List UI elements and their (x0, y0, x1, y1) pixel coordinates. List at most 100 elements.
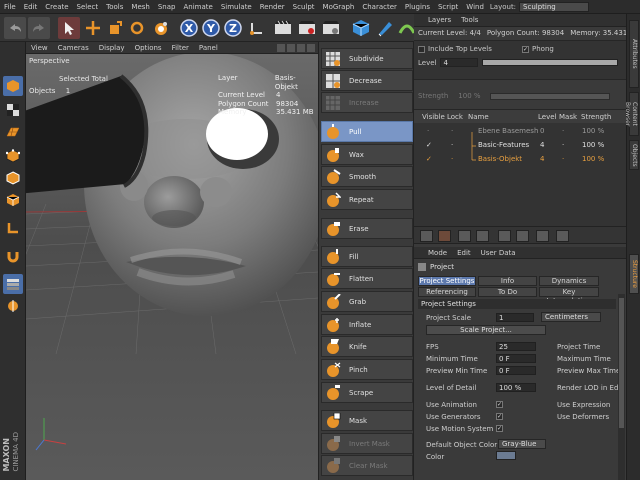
copy-layer-icon[interactable] (556, 230, 569, 242)
delete-layer-icon[interactable] (476, 230, 489, 242)
move-icon[interactable] (82, 17, 104, 39)
scale-project-button[interactable]: Scale Project... (426, 325, 546, 335)
project-scale-input[interactable]: 1 (496, 313, 534, 322)
x-axis-icon[interactable]: X (178, 17, 200, 39)
render-settings-icon[interactable] (320, 17, 342, 39)
menu-mograph[interactable]: MoGraph (319, 3, 359, 11)
scale-icon[interactable] (104, 17, 126, 39)
points-mode-icon[interactable] (3, 146, 23, 166)
live-selection-icon[interactable] (150, 17, 172, 39)
phong-checkbox[interactable] (522, 45, 529, 53)
viewport-menu-view[interactable]: View (26, 44, 53, 52)
maximize-view-icon[interactable] (307, 43, 315, 52)
brush-grab[interactable]: Grab (321, 291, 413, 312)
workplane-icon[interactable] (3, 122, 23, 142)
minimum-time-input[interactable]: 0 F (496, 354, 536, 363)
add-folder-icon[interactable] (438, 230, 451, 242)
level-of-detail-input[interactable]: 100 % (496, 383, 536, 392)
brush-pull[interactable]: Pull (321, 121, 413, 142)
level-slider[interactable] (482, 59, 619, 66)
brush-clear-mask[interactable]: Clear Mask (321, 455, 413, 476)
move-view-icon[interactable] (277, 43, 285, 52)
zoom-view-icon[interactable] (287, 43, 295, 52)
cube-icon[interactable] (350, 17, 372, 39)
brush-inflate[interactable]: Inflate (321, 314, 413, 335)
menu-render[interactable]: Render (256, 3, 289, 11)
viewport-menu-panel[interactable]: Panel (194, 44, 223, 52)
include-top-levels-checkbox[interactable] (418, 45, 425, 53)
use-generators-checkbox[interactable] (496, 413, 503, 420)
side-tab-structure[interactable]: Structure (629, 254, 639, 294)
use-animation-checkbox[interactable] (496, 401, 503, 408)
mirror-layer-icon[interactable] (536, 230, 549, 242)
attr-menu-user-data[interactable]: User Data (476, 249, 521, 257)
3d-viewport[interactable]: Perspective Selected Total Objects 1 Lay… (26, 54, 318, 480)
undo-icon[interactable] (4, 17, 26, 39)
rotate-view-icon[interactable] (297, 43, 305, 52)
brush-knife[interactable]: Knife (321, 336, 413, 357)
brush-repeat[interactable]: Repeat (321, 189, 413, 210)
attributes-scrollbar-thumb[interactable] (619, 298, 624, 428)
edges-mode-icon[interactable] (3, 168, 23, 188)
duplicate-layer-icon[interactable] (458, 230, 471, 242)
attr-menu-edit[interactable]: Edit (452, 249, 476, 257)
brush-smooth[interactable]: Smooth (321, 166, 413, 187)
color-swatch[interactable] (496, 451, 516, 460)
viewport-menu-filter[interactable]: Filter (167, 44, 194, 52)
menu-animate[interactable]: Animate (179, 3, 216, 11)
magnet-snap-icon[interactable] (3, 246, 23, 266)
attributes-scrollbar[interactable] (618, 294, 625, 480)
level-input[interactable]: 4 (440, 58, 479, 67)
bake-layer-icon[interactable] (498, 230, 511, 242)
tab-layers[interactable]: Layers (414, 16, 456, 24)
rotate-icon[interactable] (126, 17, 148, 39)
menu-tools[interactable]: Tools (102, 3, 127, 11)
menu-sculpt[interactable]: Sculpt (289, 3, 319, 11)
side-tab-attributes[interactable]: Attributes (629, 20, 639, 88)
menu-create[interactable]: Create (41, 3, 72, 11)
brush-increase[interactable]: Increase (321, 92, 413, 113)
brush-flatten[interactable]: Flatten (321, 268, 413, 289)
brush-fill[interactable]: Fill (321, 246, 413, 267)
polygons-mode-icon[interactable] (3, 190, 23, 210)
model-mode-icon[interactable] (3, 76, 23, 96)
brush-wax[interactable]: Wax (321, 144, 413, 165)
sculpt-symmetry-icon[interactable] (3, 296, 23, 316)
strength-slider[interactable] (490, 92, 611, 100)
pen-spline-icon[interactable] (374, 17, 396, 39)
viewport-menu-display[interactable]: Display (94, 44, 130, 52)
tab-dynamics[interactable]: Dynamics (539, 276, 599, 286)
tab-project-settings[interactable]: Project Settings (418, 276, 476, 286)
menu-character[interactable]: Character (358, 3, 401, 11)
sculpt-layers-icon[interactable] (3, 274, 23, 294)
select-arrow-icon[interactable] (58, 17, 80, 39)
brush-erase[interactable]: Erase (321, 218, 413, 239)
tab-key-interpolation[interactable]: Key Interpolation (539, 287, 599, 305)
preview-min-time-input[interactable]: 0 F (496, 366, 536, 375)
brush-scrape[interactable]: Scrape (321, 382, 413, 403)
coordinate-system-icon[interactable] (246, 17, 268, 39)
render-view-icon[interactable] (272, 17, 294, 39)
menu-snap[interactable]: Snap (154, 3, 180, 11)
layout-dropdown[interactable]: Sculpting (519, 1, 590, 12)
tab-tools[interactable]: Tools (456, 16, 483, 24)
brush-pinch[interactable]: Pinch (321, 359, 413, 380)
render-picture-viewer-icon[interactable] (296, 17, 318, 39)
z-axis-icon[interactable]: Z (222, 17, 244, 39)
redo-icon[interactable] (28, 17, 50, 39)
viewport-menu-cameras[interactable]: Cameras (53, 44, 94, 52)
brush-subdivide[interactable]: Subdivide (321, 48, 413, 69)
tab-info[interactable]: Info (478, 276, 537, 286)
menu-mesh[interactable]: Mesh (127, 3, 153, 11)
y-axis-icon[interactable]: Y (200, 17, 222, 39)
menu-plugins[interactable]: Plugins (401, 3, 434, 11)
menu-select[interactable]: Select (73, 3, 103, 11)
default-object-color-dropdown[interactable]: Gray-Blue (498, 439, 546, 449)
add-layer-icon[interactable] (420, 230, 433, 242)
tab-to-do[interactable]: To Do (478, 287, 537, 297)
side-tab-objects[interactable]: Objects (629, 140, 639, 170)
use-motion-system-checkbox[interactable] (496, 425, 503, 432)
menu-edit[interactable]: Edit (20, 3, 42, 11)
brush-mask[interactable]: Mask (321, 410, 413, 431)
tab-referencing[interactable]: Referencing (418, 287, 476, 297)
